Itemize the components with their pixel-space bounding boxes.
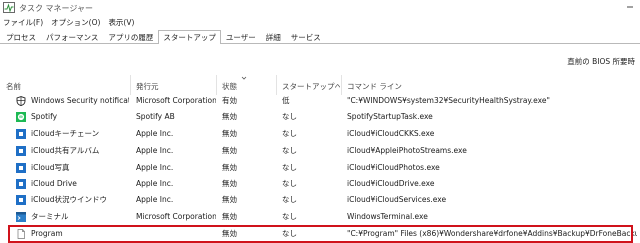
row-name: iCloud共有アルバム [31, 146, 100, 155]
menu-options[interactable]: オプション(O) [51, 16, 100, 29]
column-separator[interactable] [130, 75, 131, 95]
row-status: 無効 [222, 129, 237, 138]
row-impact: なし [282, 112, 297, 121]
minimize-button[interactable] [624, 1, 636, 13]
row-status: 無効 [222, 179, 237, 188]
column-header-impact[interactable]: スタートアップへの負... [282, 81, 340, 92]
row-impact: なし [282, 195, 297, 204]
row-name: iCloud Drive [31, 179, 77, 188]
table-row[interactable]: iCloud状況ウインドウ Apple Inc. 無効 なし iCloud¥iC… [0, 192, 640, 208]
tab-startup[interactable]: スタートアップ [158, 30, 221, 44]
row-publisher: Apple Inc. [136, 146, 174, 155]
row-command-line: iCloud¥AppleiPhotoStreams.exe [347, 146, 467, 155]
row-name: Windows Security notification... [31, 96, 129, 105]
row-name: iCloud写真 [31, 163, 70, 172]
row-command-line: iCloud¥iCloudServices.exe [347, 195, 447, 204]
tab-users[interactable]: ユーザー [221, 31, 261, 44]
column-header-status[interactable]: 状態 [222, 81, 274, 92]
column-separator[interactable] [216, 75, 217, 95]
row-command-line: iCloud¥iCloudCKKS.exe [347, 129, 435, 138]
icloud-icon [16, 146, 26, 156]
window-title: タスク マネージャー [19, 4, 93, 13]
table-row[interactable]: Windows Security notification... Microso… [0, 93, 640, 109]
row-status: 無効 [222, 195, 237, 204]
row-status: 無効 [222, 112, 237, 121]
menu-bar: ファイル(F) オプション(O) 表示(V) [0, 16, 640, 29]
minimize-icon [627, 6, 633, 8]
row-command-line: iCloud¥iCloudDrive.exe [347, 179, 435, 188]
row-publisher: Apple Inc. [136, 195, 174, 204]
column-header-publisher[interactable]: 発行元 [136, 81, 214, 92]
task-manager-icon [3, 2, 15, 13]
row-impact: なし [282, 129, 297, 138]
terminal-icon [16, 212, 26, 222]
icloud-icon [16, 195, 26, 205]
row-publisher: Apple Inc. [136, 179, 174, 188]
bios-time-label: 直前の BIOS 所要時 [567, 57, 635, 66]
row-status: 有効 [222, 96, 237, 105]
tab-bar: プロセス パフォーマンス アプリの履歴 スタートアップ ユーザー 詳細 サービス [0, 30, 640, 44]
column-separator[interactable] [341, 75, 342, 95]
row-command-line: iCloud¥iCloudPhotos.exe [347, 163, 440, 172]
row-publisher: Spotify AB [136, 112, 175, 121]
row-publisher: Apple Inc. [136, 163, 174, 172]
table-row[interactable]: ターミナル Microsoft Corporation 無効 なし Window… [0, 209, 640, 225]
table-row[interactable]: iCloud写真 Apple Inc. 無効 なし iCloud¥iCloudP… [0, 160, 640, 176]
column-separator[interactable] [276, 75, 277, 95]
icloud-icon [16, 163, 26, 173]
tab-services[interactable]: サービス [286, 31, 326, 44]
icloud-icon [16, 179, 26, 189]
row-impact: なし [282, 179, 297, 188]
title-bar: タスク マネージャー [0, 0, 640, 16]
shield-icon [16, 96, 26, 106]
icloud-icon [16, 129, 26, 139]
row-name: Spotify [31, 112, 58, 121]
tab-app-history[interactable]: アプリの履歴 [103, 31, 158, 44]
tab-processes[interactable]: プロセス [1, 31, 41, 44]
row-command-line: "C:¥WINDOWS¥system32¥SecurityHealthSystr… [347, 96, 550, 105]
table-row[interactable]: iCloud共有アルバム Apple Inc. 無効 なし iCloud¥App… [0, 143, 640, 159]
row-impact: なし [282, 146, 297, 155]
column-header-name[interactable]: 名前 [6, 81, 126, 92]
row-name: iCloudキーチェーン [31, 129, 100, 138]
tab-performance[interactable]: パフォーマンス [41, 31, 103, 44]
row-status: 無効 [222, 146, 237, 155]
column-header-command-line[interactable]: コマンド ライン [347, 81, 467, 92]
row-command-line: SpotifyStartupTask.exe [347, 112, 433, 121]
table-row[interactable]: Spotify Spotify AB 無効 なし SpotifyStartupT… [0, 109, 640, 125]
window-controls [624, 1, 636, 13]
row-impact: なし [282, 212, 297, 221]
row-command-line: WindowsTerminal.exe [347, 212, 428, 221]
row-publisher: Apple Inc. [136, 129, 174, 138]
row-status: 無効 [222, 163, 237, 172]
row-publisher: Microsoft Corporation [136, 96, 216, 105]
menu-view[interactable]: 表示(V) [108, 16, 134, 29]
table-row[interactable]: iCloud Drive Apple Inc. 無効 なし iCloud¥iCl… [0, 176, 640, 192]
table-row[interactable]: iCloudキーチェーン Apple Inc. 無効 なし iCloud¥iCl… [0, 126, 640, 142]
row-status: 無効 [222, 212, 237, 221]
row-name: ターミナル [31, 212, 69, 221]
row-name: iCloud状況ウインドウ [31, 195, 108, 204]
row-publisher: Microsoft Corporation [136, 212, 216, 221]
row-impact: 低 [282, 96, 290, 105]
row-impact: なし [282, 163, 297, 172]
highlight-box [8, 225, 633, 243]
menu-file[interactable]: ファイル(F) [3, 16, 43, 29]
spotify-icon [16, 112, 26, 122]
tab-details[interactable]: 詳細 [261, 31, 286, 44]
